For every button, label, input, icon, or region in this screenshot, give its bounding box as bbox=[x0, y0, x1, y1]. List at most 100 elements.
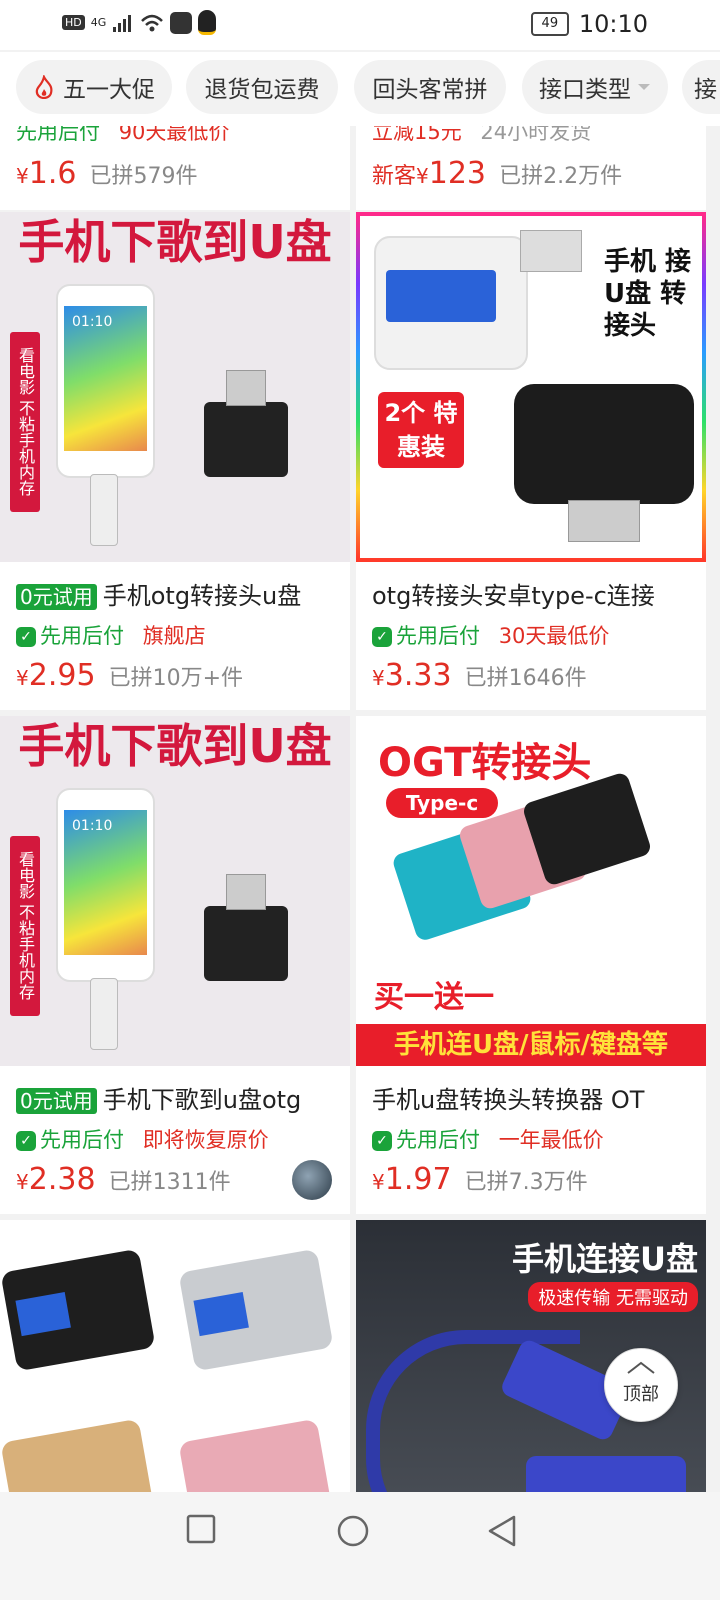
flame-icon bbox=[35, 75, 53, 99]
lowest-price-tag: 90天最低价 bbox=[118, 126, 230, 144]
tag-row: ✓ 先用后付 30天最低价 bbox=[372, 620, 609, 650]
wifi-icon bbox=[141, 14, 164, 31]
shipping-tag: 24小时发货 bbox=[480, 126, 592, 144]
price-restore-tag: 即将恢复原价 bbox=[142, 1128, 269, 1152]
silver-adapter-illustration bbox=[178, 1248, 334, 1372]
filter-chip-port-type[interactable]: 接口类型 bbox=[522, 60, 668, 114]
filter-chip-free-return[interactable]: 退货包运费 bbox=[186, 60, 338, 114]
store-tag: 旗舰店 bbox=[142, 624, 206, 648]
filter-chip-promo[interactable]: 五一大促 bbox=[16, 60, 172, 114]
pay-later-tag: 先用后付 bbox=[16, 126, 100, 144]
product-image: OGT转接头 Type-c 买一送一 手机连U盘/鼠标/键盘等 bbox=[356, 716, 706, 1066]
sold-count: 已拼2.2万件 bbox=[499, 164, 623, 189]
product-card[interactable]: OGT转接头 Type-c 买一送一 手机连U盘/鼠标/键盘等 手机u盘转换头转… bbox=[356, 716, 706, 1214]
back-icon[interactable] bbox=[486, 1514, 518, 1548]
pay-later-icon: ✓ bbox=[16, 627, 36, 647]
tag-row: ✓ 先用后付 即将恢复原价 bbox=[16, 1124, 269, 1154]
back-to-top-button[interactable]: 顶部 bbox=[604, 1348, 678, 1422]
filter-chip-label: 回头客常拼 bbox=[372, 77, 488, 103]
price: 1.97 bbox=[384, 1162, 452, 1197]
filter-chip-label: 接 bbox=[694, 77, 717, 103]
status-left: HD 4G bbox=[62, 10, 217, 35]
sold-count: 已拼1646件 bbox=[464, 666, 587, 691]
currency-symbol: ¥ bbox=[16, 164, 29, 188]
signal-icon bbox=[113, 14, 132, 32]
currency-symbol: ¥ bbox=[372, 1170, 385, 1194]
currency-symbol: ¥ bbox=[16, 1170, 29, 1194]
recent-apps-icon[interactable] bbox=[186, 1514, 218, 1546]
discount-tag: 立减15元 bbox=[372, 126, 462, 144]
product-card[interactable]: 手机下歌到U盘 看电影 不粘手机内存 01:10 0元试用 手机otg转接头u盘 … bbox=[0, 212, 350, 710]
product-image: 手机下歌到U盘 看电影 不粘手机内存 01:10 bbox=[0, 212, 350, 562]
usb-drive-illustration bbox=[90, 474, 118, 546]
network-icon: 4G bbox=[90, 16, 107, 29]
tag-row: 先用后付 90天最低价 bbox=[16, 126, 229, 146]
status-right: 49 10:10 bbox=[530, 10, 648, 38]
clock: 10:10 bbox=[578, 10, 648, 38]
product-title-row: 0元试用 手机otg转接头u盘 bbox=[16, 576, 341, 611]
price-row: ¥2.95 已拼10万+件 bbox=[16, 658, 243, 693]
product-image: 手机下歌到U盘 看电影 不粘手机内存 01:10 bbox=[0, 716, 350, 1066]
filter-chip-label: 退货包运费 bbox=[204, 77, 320, 103]
currency-symbol: ¥ bbox=[16, 666, 29, 690]
white-adapter-illustration bbox=[374, 236, 528, 370]
product-image: 手机 接U盘 转接头 2个 特惠装 bbox=[356, 212, 706, 562]
image-promo-text: 买一送一 bbox=[374, 980, 494, 1015]
product-card[interactable]: 手机下歌到U盘 看电影 不粘手机内存 01:10 0元试用 手机下歌到u盘otg … bbox=[0, 716, 350, 1214]
price: 2.38 bbox=[28, 1162, 96, 1197]
lowest-price-tag: 30天最低价 bbox=[498, 624, 610, 648]
system-nav-bar bbox=[0, 1492, 720, 1600]
pay-later-tag: 先用后付 bbox=[40, 1128, 124, 1152]
product-title: 手机u盘转换头转换器 OT bbox=[372, 1086, 645, 1114]
price-row: ¥3.33 已拼1646件 bbox=[372, 658, 587, 693]
free-trial-badge: 0元试用 bbox=[16, 1088, 97, 1114]
seller-avatar[interactable] bbox=[292, 1160, 332, 1200]
tag-row: ✓ 先用后付 旗舰店 bbox=[16, 620, 206, 650]
filter-chip-label: 五一大促 bbox=[63, 77, 155, 103]
chevron-down-icon bbox=[638, 84, 650, 90]
status-bar: HD 4G 49 10:10 bbox=[0, 0, 720, 50]
filter-chip-more[interactable]: 接 bbox=[682, 60, 720, 114]
qq-icon bbox=[198, 10, 217, 35]
notification-icon bbox=[170, 11, 193, 34]
lowest-price-tag: 一年最低价 bbox=[498, 1128, 604, 1152]
hd-icon: HD bbox=[62, 15, 85, 30]
price-row: 新客¥123 已拼2.2万件 bbox=[372, 156, 622, 191]
product-card[interactable]: 手机 接U盘 转接头 2个 特惠装 otg转接头安卓type-c连接 ✓ 先用后付… bbox=[356, 212, 706, 710]
image-type-pill: Type-c bbox=[386, 788, 498, 818]
currency-symbol: ¥ bbox=[416, 164, 429, 188]
usb-drive-illustration bbox=[90, 978, 118, 1050]
image-banner-text: 手机下歌到U盘 bbox=[18, 719, 332, 773]
phone-screen-time: 01:10 bbox=[72, 314, 113, 330]
price-row: ¥1.6 已拼579件 bbox=[16, 156, 198, 191]
image-top-right-text: 手机 接U盘 转接头 bbox=[604, 247, 692, 341]
image-banner-text: 手机下歌到U盘 bbox=[18, 215, 332, 269]
product-image bbox=[0, 1220, 350, 1520]
phone-illustration: 01:10 bbox=[56, 284, 155, 478]
sold-count: 已拼579件 bbox=[89, 164, 198, 189]
image-side-label: 看电影 不粘手机内存 bbox=[10, 332, 40, 512]
price: 3.33 bbox=[384, 658, 452, 693]
filter-chip-label: 接口类型 bbox=[539, 77, 631, 103]
home-icon[interactable] bbox=[336, 1514, 370, 1548]
back-to-top-label: 顶部 bbox=[623, 1384, 659, 1405]
price-row: ¥1.97 已拼7.3万件 bbox=[372, 1162, 588, 1197]
product-card-partial[interactable]: 立减15元 24小时发货 新客¥123 已拼2.2万件 bbox=[356, 126, 706, 210]
product-title: 手机otg转接头u盘 bbox=[102, 582, 302, 610]
black-adapter-illustration bbox=[514, 384, 694, 504]
phone-illustration: 01:10 bbox=[56, 788, 155, 982]
image-promo-badge: 2个 特惠装 bbox=[378, 392, 464, 468]
tag-row: 立减15元 24小时发货 bbox=[372, 126, 591, 146]
product-title: otg转接头安卓type-c连接 bbox=[372, 582, 655, 610]
product-title-row: 0元试用 手机下歌到u盘otg bbox=[16, 1080, 341, 1115]
sold-count: 已拼7.3万件 bbox=[464, 1170, 588, 1195]
product-card[interactable] bbox=[0, 1220, 350, 1520]
price-row: ¥2.38 已拼1311件 bbox=[16, 1162, 231, 1197]
sold-count: 已拼1311件 bbox=[108, 1170, 231, 1195]
product-card-partial[interactable]: 先用后付 90天最低价 ¥1.6 已拼579件 bbox=[0, 126, 350, 210]
pay-later-icon: ✓ bbox=[372, 627, 392, 647]
product-title: 手机下歌到u盘otg bbox=[102, 1086, 302, 1114]
pay-later-tag: 先用后付 bbox=[396, 1128, 480, 1152]
filter-chip-returning[interactable]: 回头客常拼 bbox=[354, 60, 506, 114]
tag-row: ✓ 先用后付 一年最低价 bbox=[372, 1124, 604, 1154]
